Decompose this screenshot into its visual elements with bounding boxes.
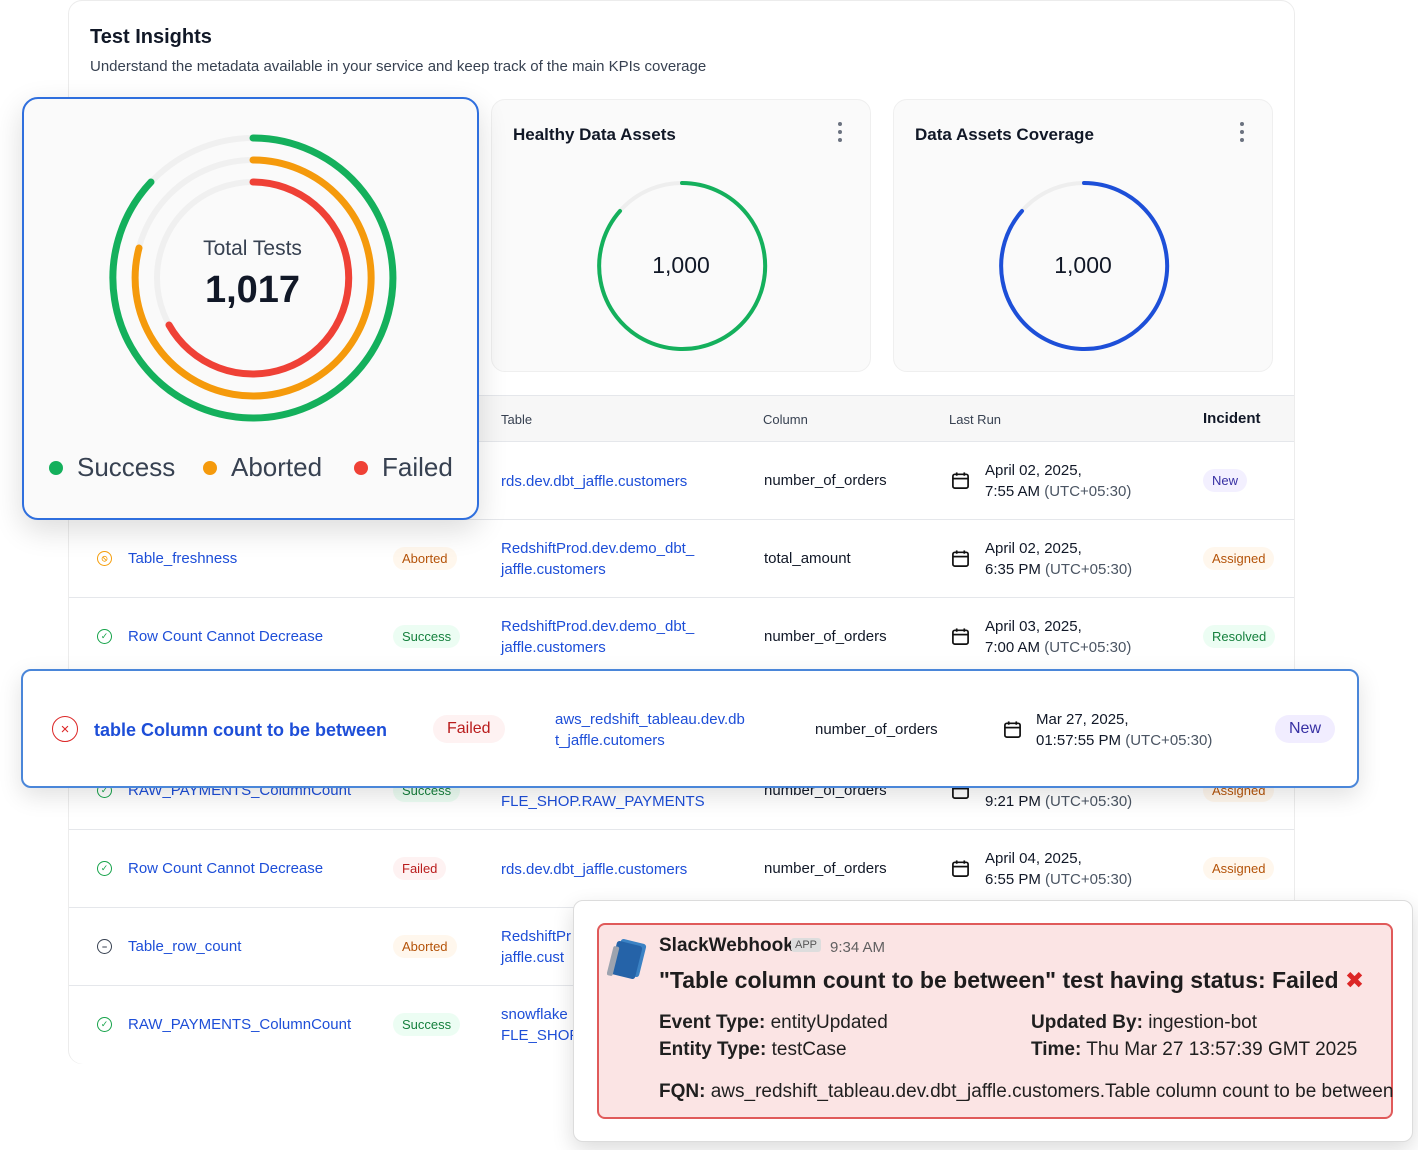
incident-badge[interactable]: New (1203, 469, 1248, 492)
legend-aborted: Aborted (203, 452, 322, 483)
last-run: Mar 27, 2025, 01:57:55 PM (UTC+05:30) (1036, 711, 1213, 749)
table-link[interactable]: RedshiftProd.dev.demo_dbt_ jaffle.custome… (501, 616, 694, 658)
slack-sender[interactable]: SlackWebhook (659, 935, 794, 957)
total-tests-label: Total Tests (203, 237, 302, 260)
time-line: Time: Thu Mar 27 13:57:39 GMT 2025 (1031, 1039, 1358, 1060)
legend-dot (203, 460, 217, 475)
last-run: April 03, 2025, 7:00 AM (UTC+05:30) (985, 618, 1132, 656)
table-link[interactable]: snowflake FLE_SHOP (501, 1004, 579, 1046)
slack-headline: "Table column count to be between" test … (659, 967, 1365, 993)
incident-badge[interactable]: Resolved (1203, 625, 1276, 648)
highlighted-test-row[interactable]: × table Column count to be between Faile… (21, 669, 1359, 788)
app-tag: APP (791, 938, 822, 952)
column-name: number_of_orders (764, 860, 887, 877)
total-tests-value: 1,017 (204, 269, 301, 311)
column-name: number_of_orders (764, 472, 887, 489)
slack-notification: SlackWebhook APP 9:34 AM "Table column c… (573, 900, 1413, 1142)
entity-type-line: Entity Type: testCase (659, 1039, 847, 1060)
aborted-icon: − (97, 939, 112, 954)
table-link[interactable]: RedshiftPr jaffle.cust (501, 926, 571, 968)
table-link[interactable]: rds.dev.dbt_jaffle.customers (501, 471, 687, 492)
aborted-icon: ⦸ (97, 551, 112, 566)
calendar-icon (952, 472, 969, 489)
slack-time: 9:34 AM (830, 939, 886, 956)
more-options-icon[interactable] (1240, 122, 1246, 142)
incident-badge[interactable]: New (1275, 715, 1336, 743)
table-link[interactable]: aws_redshift_tableau.dev.db t_jaffle.cuto… (555, 709, 745, 751)
status-badge: Aborted (393, 935, 457, 958)
column-header-column[interactable]: Column (763, 412, 808, 427)
table-link[interactable]: FLE_SHOP.RAW_PAYMENTS (501, 791, 705, 812)
column-header-last-run[interactable]: Last Run (949, 412, 1001, 427)
status-badge: Failed (393, 857, 447, 880)
incident-badge[interactable]: Assigned (1203, 857, 1275, 880)
test-name-link[interactable]: Table_freshness (128, 550, 237, 567)
last-run: 9:21 PM (UTC+05:30) (985, 793, 1133, 810)
column-name: total_amount (764, 550, 851, 567)
success-icon: ✓ (97, 1017, 112, 1032)
slack-message: SlackWebhook APP 9:34 AM "Table column c… (597, 923, 1393, 1119)
column-name: number_of_orders (764, 628, 887, 645)
legend-success: Success (49, 452, 175, 483)
table-row: ⦸ Table_freshness Aborted RedshiftProd.d… (69, 520, 1294, 598)
calendar-icon (1004, 721, 1021, 738)
page-subtitle: Understand the metadata available in you… (90, 58, 707, 75)
total-tests-card: Total Tests 1,017 Success Aborted Failed (22, 97, 479, 520)
table-row: ✓ Row Count Cannot Decrease Success Reds… (69, 598, 1294, 676)
calendar-icon (952, 628, 969, 645)
page-title: Test Insights (90, 26, 212, 48)
test-name-link[interactable]: Table_row_count (128, 938, 241, 955)
incident-badge[interactable]: Assigned (1203, 547, 1275, 570)
notebook-icon (607, 938, 647, 980)
table-link[interactable]: RedshiftProd.dev.demo_dbt_ jaffle.custome… (501, 538, 694, 580)
last-run: April 04, 2025, 6:55 PM (UTC+05:30) (985, 850, 1133, 888)
column-header-table[interactable]: Table (501, 412, 532, 427)
legend-dot (354, 460, 368, 475)
test-name-link[interactable]: table Column count to be between (94, 720, 387, 741)
last-run: April 02, 2025, 7:55 AM (UTC+05:30) (985, 462, 1132, 500)
table-link[interactable]: rds.dev.dbt_jaffle.customers (501, 859, 687, 880)
test-name-link[interactable]: RAW_PAYMENTS_ColumnCount (128, 1016, 351, 1033)
card-title: Data Assets Coverage (915, 125, 1094, 144)
column-header-incident[interactable]: Incident (1203, 410, 1261, 427)
status-badge: Success (393, 1013, 461, 1036)
status-badge: Aborted (393, 547, 457, 570)
last-run: April 02, 2025, 6:35 PM (UTC+05:30) (985, 540, 1133, 578)
card-title: Healthy Data Assets (513, 125, 676, 144)
red-x-icon: ✖ (1344, 967, 1365, 993)
legend-failed: Failed (354, 452, 453, 483)
healthy-value: 1,000 (652, 252, 710, 278)
more-options-icon[interactable] (838, 122, 844, 142)
healthy-data-assets-card: Healthy Data Assets 1,000 (491, 99, 871, 372)
status-badge: Success (393, 625, 461, 648)
table-row: ✓ Row Count Cannot Decrease Failed rds.d… (69, 830, 1294, 908)
column-name: number_of_orders (815, 721, 938, 738)
test-name-link[interactable]: Row Count Cannot Decrease (128, 860, 323, 877)
updated-by-line: Updated By: ingestion-bot (1031, 1012, 1257, 1033)
coverage-value: 1,000 (1054, 252, 1112, 278)
data-assets-coverage-card: Data Assets Coverage 1,000 (893, 99, 1273, 372)
success-icon: ✓ (97, 629, 112, 644)
legend-dot (49, 460, 63, 475)
failed-icon: × (52, 716, 78, 742)
fqn-line: FQN: aws_redshift_tableau.dev.dbt_jaffle… (659, 1081, 1394, 1102)
calendar-icon (952, 550, 969, 567)
calendar-icon (952, 860, 969, 877)
test-name-link[interactable]: Row Count Cannot Decrease (128, 628, 323, 645)
event-type-line: Event Type: entityUpdated (659, 1012, 888, 1033)
success-icon: ✓ (97, 861, 112, 876)
status-badge: Failed (433, 715, 505, 743)
